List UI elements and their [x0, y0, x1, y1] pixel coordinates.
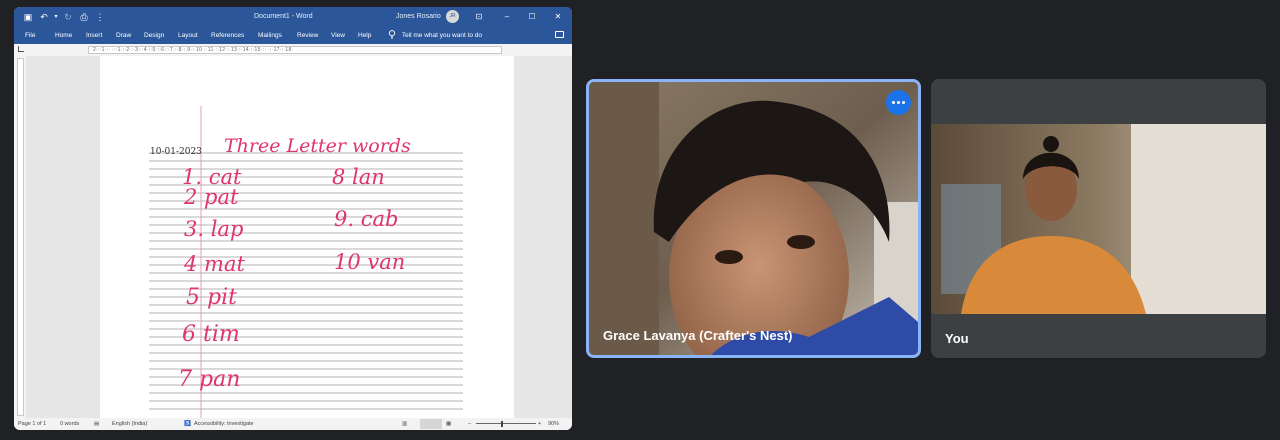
undo-dropdown-icon[interactable]: ▾ — [50, 11, 62, 23]
tab-view[interactable]: View — [331, 32, 345, 39]
ribbon-tabs: File Home Insert Draw Design Layout Refe… — [14, 27, 572, 44]
zoom-in-button[interactable]: + — [538, 421, 541, 427]
vertical-ruler[interactable] — [14, 56, 26, 418]
comments-icon[interactable] — [555, 31, 564, 38]
tab-help[interactable]: Help — [358, 32, 371, 39]
handwritten-notebook-image: 10-01-2023 Three Letter words 1. cat 2 p… — [149, 106, 463, 418]
ribbon-display-options-icon[interactable]: ⊡ — [472, 11, 486, 23]
web-layout-icon[interactable]: ▦ — [446, 421, 451, 427]
word-8: 8 lan — [332, 165, 385, 189]
save-icon[interactable]: ▣ — [22, 11, 34, 23]
accessibility-icon: ♿ — [184, 421, 191, 427]
maximize-button[interactable]: ☐ — [525, 11, 539, 23]
minimize-button[interactable]: – — [500, 11, 514, 23]
tell-me-search[interactable]: Tell me what you want to do — [388, 30, 482, 39]
tab-design[interactable]: Design — [144, 32, 164, 39]
read-mode-icon[interactable]: ▥ — [402, 421, 407, 427]
document-page[interactable]: 10-01-2023 Three Letter words 1. cat 2 p… — [100, 56, 514, 418]
user-avatar[interactable]: JR — [446, 10, 459, 23]
tab-selector-icon[interactable] — [18, 46, 24, 52]
participant-video-you — [931, 124, 1266, 314]
horizontal-ruler[interactable]: ·2·:·1·:· ·:·1·:·2·:·3·:·4·:·5·:·6·:·7·:… — [88, 46, 502, 54]
more-options-icon — [892, 101, 905, 104]
lightbulb-icon — [388, 30, 396, 39]
tab-file[interactable]: File — [25, 32, 35, 39]
status-language[interactable]: English (India) — [112, 421, 147, 427]
word-5: 5 pit — [186, 285, 237, 310]
status-page[interactable]: Page 1 of 1 — [18, 421, 46, 427]
participant-name-grace: Grace Lavanya (Crafter's Nest) — [603, 328, 793, 343]
tab-home[interactable]: Home — [55, 32, 72, 39]
status-bar: Page 1 of 1 0 words ▤ English (India) ♿ … — [14, 418, 572, 430]
participant-tile-you[interactable]: You — [931, 79, 1266, 358]
tab-draw[interactable]: Draw — [116, 32, 131, 39]
user-name[interactable]: Jones Rosario — [396, 13, 441, 20]
document-title: Document1 - Word — [254, 13, 313, 20]
word-2: 2 pat — [183, 185, 239, 209]
participant-name-you: You — [945, 331, 969, 346]
redo-icon[interactable]: ↻ — [62, 11, 74, 23]
word-titlebar: ▣ ↶ ▾ ↻ ⎙ ⋮ Document1 - Word Jones Rosar… — [14, 7, 572, 27]
participant-video-grace — [589, 82, 918, 355]
handwritten-heading: Three Letter words — [224, 135, 411, 157]
print-preview-icon[interactable]: ⎙ — [78, 11, 90, 23]
handwritten-date: 10-01-2023 — [150, 147, 202, 157]
word-7: 7 pan — [178, 367, 240, 392]
tab-review[interactable]: Review — [297, 32, 318, 39]
undo-icon[interactable]: ↶ — [38, 11, 50, 23]
zoom-level[interactable]: 90% — [548, 421, 559, 427]
close-button[interactable]: ✕ — [551, 11, 565, 23]
tab-mailings[interactable]: Mailings — [258, 32, 282, 39]
proofing-icon[interactable]: ▤ — [94, 421, 99, 427]
tab-layout[interactable]: Layout — [178, 32, 198, 39]
more-options-button[interactable] — [886, 90, 911, 115]
word-3: 3. lap — [184, 217, 243, 241]
document-canvas: 10-01-2023 Three Letter words 1. cat 2 p… — [26, 56, 572, 418]
status-accessibility[interactable]: Accessibility: Investigate — [194, 421, 254, 427]
tab-references[interactable]: References — [211, 32, 244, 39]
print-layout-button[interactable] — [420, 419, 442, 429]
word-4: 4 mat — [183, 252, 245, 276]
word-10: 10 van — [334, 250, 405, 274]
horizontal-ruler-area: ·2·:·1·:· ·:·1·:·2·:·3·:·4·:·5·:·6·:·7·:… — [14, 44, 572, 56]
tab-insert[interactable]: Insert — [86, 32, 102, 39]
zoom-out-button[interactable]: – — [468, 421, 471, 427]
word-window: ▣ ↶ ▾ ↻ ⎙ ⋮ Document1 - Word Jones Rosar… — [14, 7, 572, 430]
zoom-slider-thumb[interactable] — [501, 421, 503, 427]
customize-qat-icon[interactable]: ⋮ — [94, 11, 106, 23]
participant-tile-grace[interactable]: Grace Lavanya (Crafter's Nest) — [586, 79, 921, 358]
word-6: 6 tim — [182, 322, 240, 347]
zoom-slider[interactable] — [476, 423, 536, 424]
word-9: 9. cab — [334, 207, 398, 231]
status-word-count[interactable]: 0 words — [60, 421, 79, 427]
tell-me-label: Tell me what you want to do — [401, 32, 483, 39]
